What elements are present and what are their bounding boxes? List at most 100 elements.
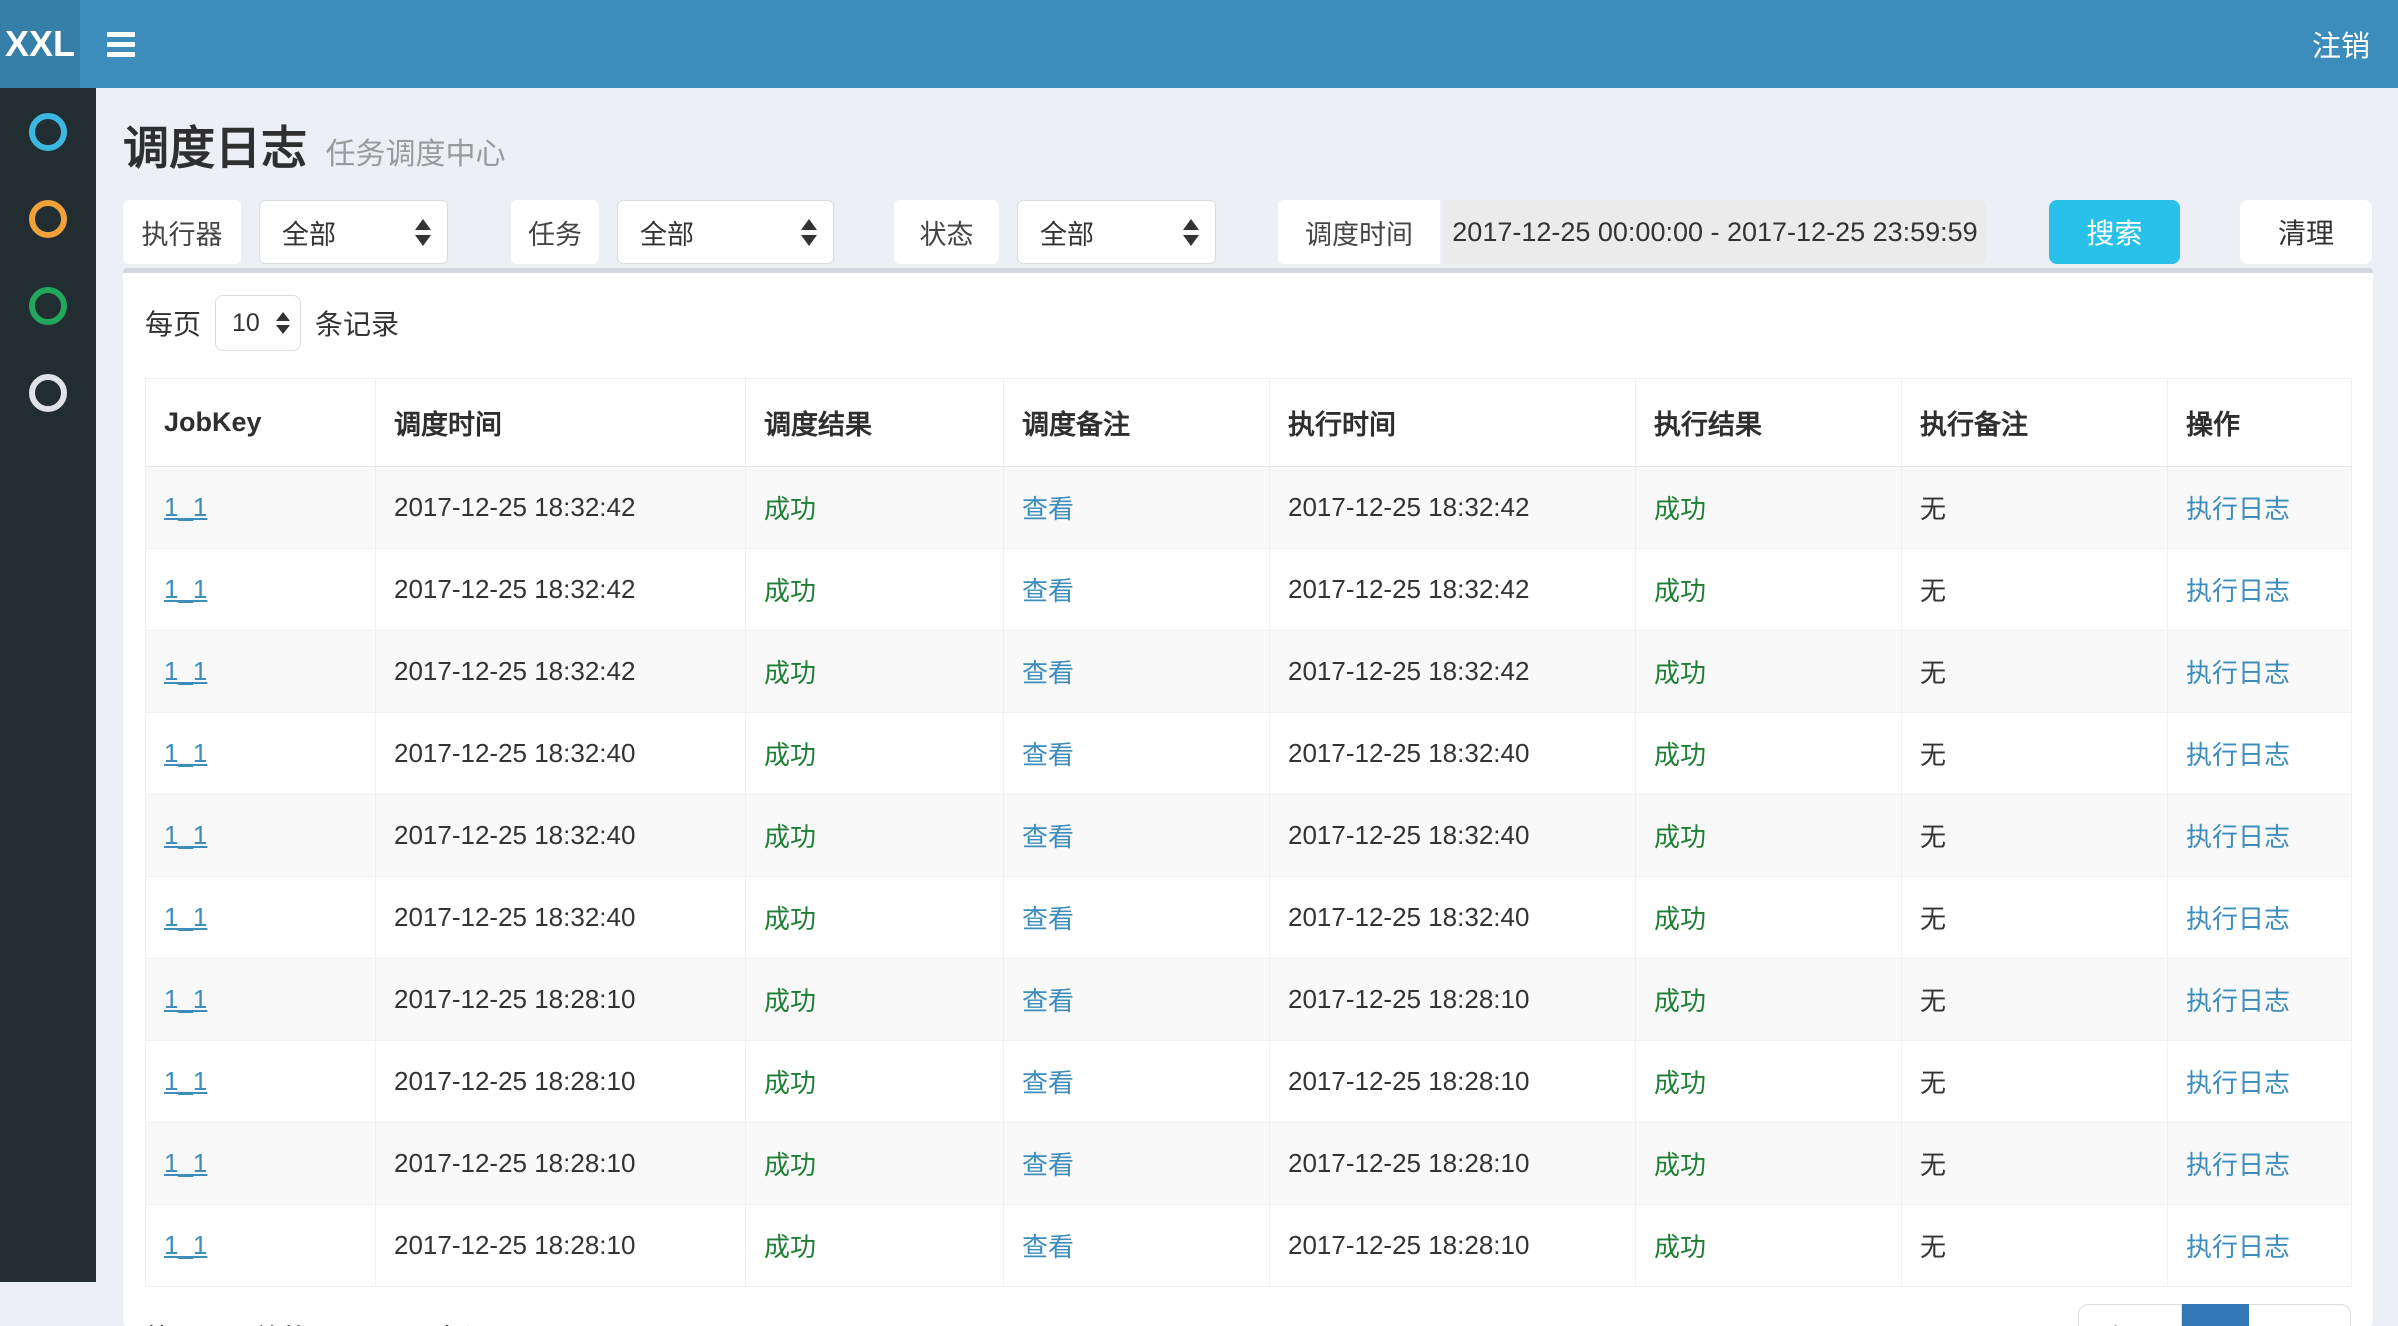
exec-time-cell: 2017-12-25 18:28:10 — [1270, 1041, 1636, 1123]
job-key-link[interactable]: 1_1 — [146, 959, 376, 1041]
exec-time-cell: 2017-12-25 18:32:42 — [1270, 549, 1636, 631]
executor-filter-label: 执行器 — [123, 200, 241, 264]
view-msg-link[interactable]: 查看 — [1004, 631, 1270, 713]
job-key-link[interactable]: 1_1 — [146, 549, 376, 631]
logout-link[interactable]: 注销 — [2312, 23, 2370, 65]
view-msg-link[interactable]: 查看 — [1004, 467, 1270, 549]
exec-msg-cell: 无 — [1902, 1123, 2168, 1205]
page-length-control: 每页 10 条记录 — [145, 295, 2351, 351]
sidebar-item-job-manage[interactable] — [0, 175, 96, 262]
view-msg-link[interactable]: 查看 — [1004, 959, 1270, 1041]
trigger-result: 成功 — [746, 631, 1004, 713]
exec-log-link[interactable]: 执行日志 — [2168, 713, 2352, 795]
exec-time-cell: 2017-12-25 18:28:10 — [1270, 1205, 1636, 1287]
select-arrows-icon — [415, 219, 431, 246]
trigger-result: 成功 — [746, 713, 1004, 795]
exec-msg-cell: 无 — [1902, 1205, 2168, 1287]
view-msg-link[interactable]: 查看 — [1004, 877, 1270, 959]
search-button[interactable]: 搜索 — [2049, 200, 2180, 264]
exec-log-link[interactable]: 执行日志 — [2168, 795, 2352, 877]
trigger-time-cell: 2017-12-25 18:32:42 — [376, 467, 746, 549]
exec-log-link[interactable]: 执行日志 — [2168, 1123, 2352, 1205]
log-table-box: 每页 10 条记录 JobKey调度时间调度结果调度备注执行时间执行结果执行备注… — [123, 268, 2373, 1326]
prev-page-button[interactable]: 上页 — [2078, 1304, 2182, 1326]
exec-result: 成功 — [1636, 549, 1902, 631]
exec-time-cell: 2017-12-25 18:28:10 — [1270, 959, 1636, 1041]
job-key-link[interactable]: 1_1 — [146, 877, 376, 959]
exec-result: 成功 — [1636, 795, 1902, 877]
job-key-link[interactable]: 1_1 — [146, 631, 376, 713]
status-select[interactable]: 全部 — [1017, 200, 1216, 264]
exec-result: 成功 — [1636, 959, 1902, 1041]
exec-log-link[interactable]: 执行日志 — [2168, 1041, 2352, 1123]
table-row: 1_12017-12-25 18:28:10成功查看2017-12-25 18:… — [146, 1123, 2352, 1205]
status-select-value: 全部 — [1040, 213, 1094, 252]
exec-result: 成功 — [1636, 467, 1902, 549]
view-msg-link[interactable]: 查看 — [1004, 795, 1270, 877]
trigger-time-cell: 2017-12-25 18:28:10 — [376, 1041, 746, 1123]
exec-log-link[interactable]: 执行日志 — [2168, 549, 2352, 631]
trigger-result: 成功 — [746, 959, 1004, 1041]
trigger-time-range-input[interactable]: 2017-12-25 00:00:00 - 2017-12-25 23:59:5… — [1443, 200, 1987, 264]
sidebar-toggle-icon[interactable] — [107, 27, 135, 62]
exec-result: 成功 — [1636, 631, 1902, 713]
trigger-time-cell: 2017-12-25 18:28:10 — [376, 1123, 746, 1205]
exec-log-link[interactable]: 执行日志 — [2168, 1205, 2352, 1287]
view-msg-link[interactable]: 查看 — [1004, 1041, 1270, 1123]
view-msg-link[interactable]: 查看 — [1004, 713, 1270, 795]
exec-log-link[interactable]: 执行日志 — [2168, 959, 2352, 1041]
table-row: 1_12017-12-25 18:32:42成功查看2017-12-25 18:… — [146, 631, 2352, 713]
circle-icon — [29, 287, 67, 325]
trigger-time-cell: 2017-12-25 18:32:40 — [376, 795, 746, 877]
page-title: 调度日志 — [123, 122, 307, 174]
page-length-select[interactable]: 10 — [215, 295, 301, 351]
page-length-prefix: 每页 — [145, 303, 201, 343]
job-key-link[interactable]: 1_1 — [146, 795, 376, 877]
job-key-link[interactable]: 1_1 — [146, 1041, 376, 1123]
job-select[interactable]: 全部 — [617, 200, 834, 264]
sidebar-item-dashboard[interactable] — [0, 88, 96, 175]
circle-icon — [29, 374, 67, 412]
app-logo[interactable]: XXL — [0, 0, 80, 88]
view-msg-link[interactable]: 查看 — [1004, 549, 1270, 631]
executor-select-value: 全部 — [282, 213, 336, 252]
job-select-value: 全部 — [640, 213, 694, 252]
table-row: 1_12017-12-25 18:28:10成功查看2017-12-25 18:… — [146, 959, 2352, 1041]
next-page-button[interactable]: 下页 — [2249, 1304, 2351, 1326]
circle-icon — [29, 200, 67, 238]
exec-msg-cell: 无 — [1902, 467, 2168, 549]
column-header: 调度时间 — [376, 379, 746, 467]
column-header: 执行时间 — [1270, 379, 1636, 467]
exec-time-cell: 2017-12-25 18:28:10 — [1270, 1123, 1636, 1205]
trigger-result: 成功 — [746, 467, 1004, 549]
job-key-link[interactable]: 1_1 — [146, 467, 376, 549]
exec-log-link[interactable]: 执行日志 — [2168, 467, 2352, 549]
executor-select[interactable]: 全部 — [259, 200, 448, 264]
clear-button[interactable]: 清理 — [2240, 200, 2372, 264]
view-msg-link[interactable]: 查看 — [1004, 1205, 1270, 1287]
exec-result: 成功 — [1636, 713, 1902, 795]
trigger-time-cell: 2017-12-25 18:32:40 — [376, 713, 746, 795]
exec-result: 成功 — [1636, 877, 1902, 959]
pagination: 上页 1 下页 — [2078, 1304, 2351, 1326]
table-row: 1_12017-12-25 18:32:40成功查看2017-12-25 18:… — [146, 795, 2352, 877]
sidebar-item-job-log[interactable] — [0, 262, 96, 349]
column-header: 操作 — [2168, 379, 2352, 467]
sidebar-menu — [0, 88, 96, 1282]
table-row: 1_12017-12-25 18:28:10成功查看2017-12-25 18:… — [146, 1041, 2352, 1123]
exec-msg-cell: 无 — [1902, 877, 2168, 959]
job-key-link[interactable]: 1_1 — [146, 713, 376, 795]
job-key-link[interactable]: 1_1 — [146, 1205, 376, 1287]
navbar-rest: 注销 — [80, 0, 2398, 88]
content-header: 调度日志 任务调度中心 — [96, 88, 2398, 196]
exec-time-cell: 2017-12-25 18:32:42 — [1270, 467, 1636, 549]
pagination-info: 第 1 页 ( 总共 1 页， 10 条记录 ) — [145, 1317, 534, 1326]
exec-log-link[interactable]: 执行日志 — [2168, 631, 2352, 713]
exec-time-cell: 2017-12-25 18:32:40 — [1270, 795, 1636, 877]
job-key-link[interactable]: 1_1 — [146, 1123, 376, 1205]
view-msg-link[interactable]: 查看 — [1004, 1123, 1270, 1205]
exec-log-link[interactable]: 执行日志 — [2168, 877, 2352, 959]
sidebar-item-executor-manage[interactable] — [0, 349, 96, 436]
current-page-button[interactable]: 1 — [2182, 1304, 2249, 1326]
trigger-time-cell: 2017-12-25 18:32:42 — [376, 549, 746, 631]
